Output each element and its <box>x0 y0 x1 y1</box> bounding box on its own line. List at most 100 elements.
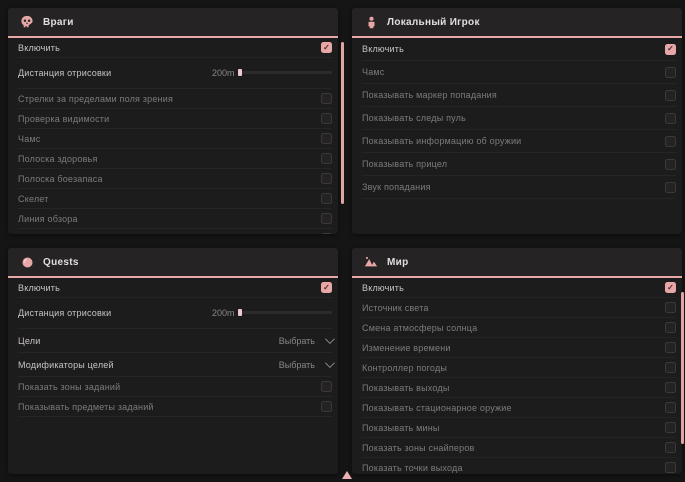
checkbox[interactable] <box>665 113 676 124</box>
setting-row: Показывать информацию об оружии <box>362 130 676 153</box>
setting-label: Включить <box>18 43 60 53</box>
slider-setting-row: Дистанция отрисовки 200m <box>18 298 332 329</box>
checkbox[interactable] <box>665 402 676 413</box>
setting-label: Показывать мины <box>362 423 440 433</box>
dropdown-setting-row: Модификаторы целей Выбрать <box>18 353 332 377</box>
checkbox[interactable] <box>665 422 676 433</box>
setting-row: Показывать предметы заданий <box>18 397 332 417</box>
setting-label: Линия обзора <box>18 214 78 224</box>
checkbox[interactable] <box>665 342 676 353</box>
setting-row: Показать зоны заданий <box>18 377 332 397</box>
checkbox[interactable] <box>665 159 676 170</box>
slider-handle[interactable] <box>238 69 242 76</box>
checkbox[interactable] <box>665 362 676 373</box>
dropdown[interactable]: Выбрать <box>279 336 332 346</box>
setting-label: Показывать стационарное оружие <box>362 403 512 413</box>
scrollbar-left-column[interactable] <box>341 42 344 204</box>
setting-label: Проверка видимости <box>18 114 109 124</box>
setting-row: Включить ✓ <box>362 38 676 61</box>
panel-quests-header: Quests <box>8 248 338 278</box>
panel-quests: Quests Включить ✓ Дистанция отрисовки 20… <box>8 248 338 474</box>
checkbox[interactable] <box>665 382 676 393</box>
setting-row: Показывать прицел <box>362 153 676 176</box>
setting-label: Показывать следы пуль <box>18 234 122 235</box>
checkbox[interactable] <box>321 233 332 234</box>
slider[interactable] <box>240 311 332 314</box>
setting-label: Показывать предметы заданий <box>18 402 154 412</box>
panel-world-header: Мир <box>352 248 682 278</box>
setting-row: Контроллер погоды <box>362 358 676 378</box>
setting-label: Контроллер погоды <box>362 363 447 373</box>
dropdown-value: Выбрать <box>279 336 315 346</box>
checkbox[interactable] <box>665 462 676 473</box>
chevron-down-icon <box>325 334 335 344</box>
setting-label: Показывать прицел <box>362 159 447 169</box>
setting-row: Изменение времени <box>362 338 676 358</box>
setting-row: Показать точки выхода <box>362 458 676 474</box>
setting-row: Полоска боезапаса <box>18 169 332 189</box>
setting-label: Источник света <box>362 303 429 313</box>
checkbox[interactable] <box>665 182 676 193</box>
setting-label: Показать точки выхода <box>362 463 463 473</box>
checkbox[interactable]: ✓ <box>665 282 676 293</box>
setting-row: Включить ✓ <box>362 278 676 298</box>
checkbox[interactable]: ✓ <box>665 44 676 55</box>
panel-title: Мир <box>387 257 409 268</box>
setting-row: Показывать следы пуль <box>18 229 332 234</box>
setting-row: Показывать мины <box>362 418 676 438</box>
checkbox[interactable] <box>321 193 332 204</box>
setting-label: Показывать маркер попадания <box>362 90 497 100</box>
setting-label: Включить <box>362 44 404 54</box>
setting-label: Показать зоны заданий <box>18 382 120 392</box>
checkbox[interactable] <box>321 153 332 164</box>
setting-label: Чамс <box>362 67 385 77</box>
checkbox[interactable] <box>665 67 676 78</box>
mod-menu-page: Враги Включить ✓ Дистанция отрисовки 200… <box>0 0 685 482</box>
checkbox[interactable] <box>321 213 332 224</box>
slider-handle[interactable] <box>238 309 242 316</box>
setting-row: Скелет <box>18 189 332 209</box>
dropdown-setting-row: Цели Выбрать <box>18 329 332 353</box>
checkbox[interactable] <box>321 133 332 144</box>
slider[interactable] <box>240 71 332 74</box>
checkbox[interactable] <box>665 136 676 147</box>
setting-row: Полоска здоровья <box>18 149 332 169</box>
checkbox[interactable] <box>665 322 676 333</box>
cursor-triangle <box>342 471 352 479</box>
setting-label: Дистанция отрисовки <box>18 308 206 318</box>
setting-label: Модификаторы целей <box>18 360 114 370</box>
dropdown[interactable]: Выбрать <box>279 360 332 370</box>
setting-row: Звук попадания <box>362 176 676 199</box>
setting-label: Полоска боезапаса <box>18 174 103 184</box>
setting-label: Показывать следы пуль <box>362 113 466 123</box>
checkbox[interactable]: ✓ <box>321 42 332 53</box>
checkbox[interactable] <box>665 90 676 101</box>
setting-label: Стрелки за пределами поля зрения <box>18 94 173 104</box>
setting-label: Включить <box>18 283 60 293</box>
setting-label: Цели <box>18 336 40 346</box>
chevron-down-icon <box>325 358 335 368</box>
setting-row: Чамс <box>18 129 332 149</box>
checkbox[interactable] <box>321 93 332 104</box>
setting-row: Проверка видимости <box>18 109 332 129</box>
mountain-icon <box>364 255 378 269</box>
checkbox[interactable] <box>665 442 676 453</box>
checkbox[interactable]: ✓ <box>321 282 332 293</box>
setting-label: Полоска здоровья <box>18 154 98 164</box>
checkbox[interactable] <box>321 113 332 124</box>
panel-title: Враги <box>43 17 74 28</box>
setting-row: Стрелки за пределами поля зрения <box>18 89 332 109</box>
setting-row: Включить ✓ <box>18 278 332 298</box>
setting-row: Чамс <box>362 61 676 84</box>
setting-label: Смена атмосферы солнца <box>362 323 477 333</box>
setting-label: Звук попадания <box>362 182 431 192</box>
checkbox[interactable] <box>321 401 332 412</box>
scrollbar-right-column[interactable] <box>681 292 684 444</box>
panel-title: Quests <box>43 257 79 268</box>
checkbox[interactable] <box>665 302 676 313</box>
setting-row: Смена атмосферы солнца <box>362 318 676 338</box>
setting-row: Источник света <box>362 298 676 318</box>
checkbox[interactable] <box>321 381 332 392</box>
checkbox[interactable] <box>321 173 332 184</box>
slider-setting-row: Дистанция отрисовки 200m <box>18 58 332 89</box>
